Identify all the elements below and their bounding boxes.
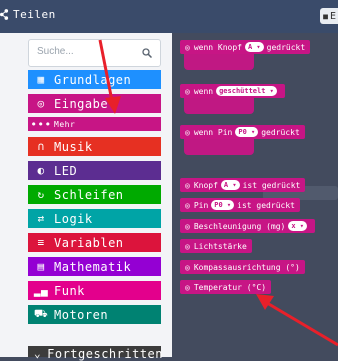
arrow-to-temperatur xyxy=(256,294,338,347)
annotation-arrows xyxy=(98,39,338,347)
arrow-to-eingabe xyxy=(98,39,121,114)
